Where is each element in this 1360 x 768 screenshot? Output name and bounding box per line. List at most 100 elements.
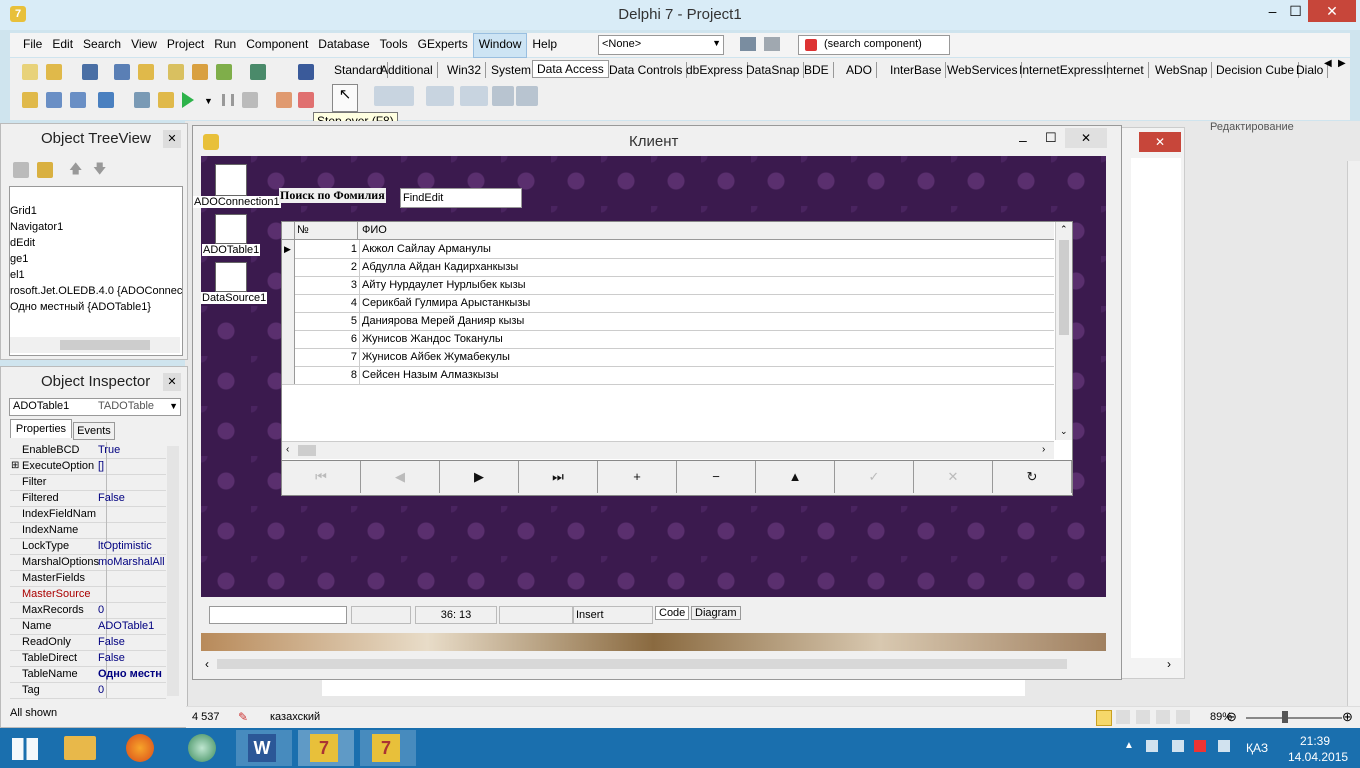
scroll-up-icon[interactable]: ⌃ xyxy=(1060,224,1068,235)
vertical-scrollbar[interactable] xyxy=(1347,161,1360,706)
chevron-down-icon[interactable]: ▼ xyxy=(712,38,721,48)
network-icon[interactable] xyxy=(1172,740,1184,752)
tree-item[interactable]: Navigator1 xyxy=(10,221,63,233)
zoom-out-icon[interactable]: ⊖ xyxy=(1226,709,1237,725)
tab-properties[interactable]: Properties xyxy=(10,419,72,438)
menu-item-component[interactable]: Component xyxy=(241,33,313,57)
property-value[interactable]: 0 xyxy=(98,682,166,698)
palette-tab-datasnap[interactable]: DataSnap xyxy=(742,62,805,78)
new-icon[interactable] xyxy=(22,64,38,80)
tree-item[interactable]: Grid1 xyxy=(10,205,37,217)
expand-icon[interactable]: ⊞ xyxy=(11,458,19,474)
word-task[interactable]: W xyxy=(236,730,292,766)
component-combo[interactable]: <None> ▼ xyxy=(598,35,724,55)
palette-tab-internet[interactable]: Internet xyxy=(1099,62,1149,78)
nav-cancel-button[interactable]: ✕ xyxy=(914,461,993,493)
scroll-right-icon[interactable]: › xyxy=(1042,444,1045,455)
scroll-down-icon[interactable]: ⌄ xyxy=(1060,426,1068,437)
property-row[interactable]: TableName Одно местн xyxy=(10,666,166,683)
cell-fio[interactable]: Жунисов Айбек Жумабекулы xyxy=(362,348,510,366)
cell-fio[interactable]: Сейсен Назым Алмазкызы xyxy=(362,366,499,384)
cell-fio[interactable]: Жунисов Жандос Токанулы xyxy=(362,330,503,348)
xml-transform-icon[interactable] xyxy=(374,86,414,106)
palette-scroll-left-icon[interactable]: ◀ xyxy=(1324,58,1332,69)
palette-tab-additional[interactable]: Additional xyxy=(376,62,438,78)
property-row[interactable]: Tag 0 xyxy=(10,682,166,699)
property-value[interactable]: True xyxy=(98,442,166,458)
open-folder-icon[interactable] xyxy=(158,92,174,108)
adotable-component[interactable] xyxy=(215,214,247,244)
property-row[interactable]: Name ADOTable1 xyxy=(10,618,166,635)
nav-first-button[interactable]: ⏮ xyxy=(282,461,361,493)
tree-item[interactable]: ge1 xyxy=(10,253,28,265)
property-row[interactable]: MasterFields xyxy=(10,570,166,587)
add-file-icon[interactable] xyxy=(168,64,184,80)
compile-icon[interactable] xyxy=(764,37,780,51)
find-edit-input[interactable]: FindEdit xyxy=(400,188,522,208)
nav-prior-button[interactable]: ◀ xyxy=(361,461,440,493)
cell-num[interactable]: 5 xyxy=(295,312,360,330)
palette-tab-win32[interactable]: Win32 xyxy=(443,62,487,78)
property-value[interactable]: moMarshalAll xyxy=(98,554,166,570)
tree-item[interactable]: dEdit xyxy=(10,237,35,249)
palette-tab-ado[interactable]: ADO xyxy=(842,62,878,78)
treeview-list[interactable]: Grid1 Navigator1 dEdit ge1 el1 rosoft.Jet.OLE… xyxy=(9,186,183,356)
web-layout-icon[interactable] xyxy=(1136,710,1150,724)
table-row[interactable]: 7 Жунисов Айбек Жумабекулы xyxy=(282,348,1054,367)
dataset-icon[interactable] xyxy=(492,86,514,106)
palette-tab-decision-cube[interactable]: Decision Cube xyxy=(1212,62,1300,78)
table-row[interactable]: 4 Серикбай Гулмира Арыстанкызы xyxy=(282,294,1054,313)
xml-client-icon[interactable] xyxy=(460,86,488,106)
spellcheck-icon[interactable]: ✎ xyxy=(238,710,248,724)
palette-tab-websnap[interactable]: WebSnap xyxy=(1151,62,1213,78)
nav-delete-button[interactable]: − xyxy=(677,461,756,493)
read-mode-icon[interactable] xyxy=(1116,710,1130,724)
cell-fio[interactable]: Абдулла Айдан Кадирханкызы xyxy=(362,258,518,276)
cell-fio[interactable]: Даниярова Мерей Данияр кызы xyxy=(362,312,524,330)
xml-provider-icon[interactable] xyxy=(426,86,454,106)
palette-tab-internetexpress[interactable]: InternetExpress xyxy=(1015,62,1109,78)
component-search[interactable]: (search component) xyxy=(798,35,950,55)
delphi-task-2[interactable]: 7 xyxy=(360,730,416,766)
form-hscroll-thumb[interactable] xyxy=(217,659,1067,669)
nav-post-button[interactable]: ✓ xyxy=(835,461,914,493)
tree-add-icon[interactable] xyxy=(13,162,29,178)
toggle-icon[interactable] xyxy=(216,64,232,80)
tree-hscrollbar[interactable] xyxy=(10,337,180,353)
tree-up-icon[interactable]: 🡅 xyxy=(69,160,82,182)
scroll-thumb[interactable] xyxy=(1059,240,1069,335)
cell-fio[interactable]: Айту Нурдаулет Нурлыбек кызы xyxy=(362,276,526,294)
table-row[interactable]: 2 Абдулла Айдан Кадирханкызы xyxy=(282,258,1054,277)
view-form-icon[interactable] xyxy=(46,92,62,108)
grid-hscrollbar[interactable]: ‹ › xyxy=(282,441,1054,459)
property-row[interactable]: MasterSource xyxy=(10,586,166,603)
nav-next-button[interactable]: ▶ xyxy=(440,461,519,493)
form-scroll-right-icon[interactable]: › xyxy=(1167,657,1171,671)
toggle-form-icon[interactable] xyxy=(70,92,86,108)
cell-num[interactable]: 8 xyxy=(295,366,360,384)
step-over-icon[interactable] xyxy=(298,92,314,108)
property-value[interactable] xyxy=(98,474,166,490)
tray-arrow-icon[interactable]: ▲ xyxy=(1124,740,1134,751)
cell-num[interactable]: 7 xyxy=(295,348,360,366)
books-icon[interactable] xyxy=(250,64,266,80)
scroll-left-icon[interactable]: ‹ xyxy=(286,444,289,455)
build-icon[interactable] xyxy=(740,37,756,51)
inspector-close-icon[interactable]: ✕ xyxy=(163,373,181,391)
cell-num[interactable]: 2 xyxy=(295,258,360,276)
form-close-button[interactable]: ✕ xyxy=(1065,128,1107,148)
form-scroll-left-icon[interactable]: ‹ xyxy=(205,657,209,671)
media-task[interactable] xyxy=(176,730,232,766)
property-row[interactable]: TableDirect False xyxy=(10,650,166,667)
nav-last-button[interactable]: ⏭ xyxy=(519,461,598,493)
clock-time[interactable]: 21:39 xyxy=(1300,734,1330,748)
property-value[interactable]: False xyxy=(98,650,166,666)
delphi-task[interactable]: 7 xyxy=(298,730,354,766)
tree-delete-icon[interactable] xyxy=(37,162,53,178)
trace-into-icon[interactable] xyxy=(276,92,292,108)
form-maximize-button[interactable]: ☐ xyxy=(1045,130,1057,146)
property-value[interactable] xyxy=(98,522,166,538)
table-row[interactable]: 8 Сейсен Назым Алмазкызы xyxy=(282,366,1054,385)
tree-item[interactable]: Одно местный {ADOTable1} xyxy=(10,301,151,313)
save-icon[interactable] xyxy=(82,64,98,80)
